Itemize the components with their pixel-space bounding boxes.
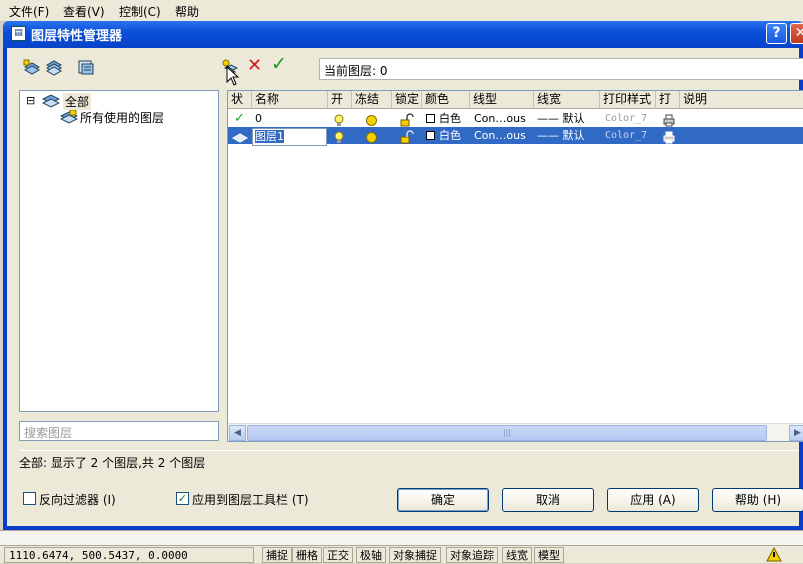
layer-row[interactable]: ✓ 0 白色 Con…ous —— 默认 Color_7 xyxy=(228,110,803,127)
menu-help[interactable]: 帮助 xyxy=(175,3,199,20)
toggle-grid[interactable]: 栅格 xyxy=(292,547,322,563)
app-status-bar: 1110.6474, 500.5437, 0.0000 捕捉 栅格 正交 极轴 … xyxy=(0,545,803,563)
layer-icon xyxy=(232,133,248,143)
app-icon: ▤ xyxy=(11,26,26,41)
grid-header: 状 名称 开 冻结 锁定 颜色 线型 线宽 打印样式 打 说明 xyxy=(228,91,803,109)
scroll-right-button[interactable]: ▶ xyxy=(789,425,803,441)
toggle-osnap[interactable]: 对象捕捉 xyxy=(389,547,441,563)
dialog-body: ✕ ✓ 当前图层: 0 ⊟ 全部 所有使用的图层 搜索图层 状 名称 开 冻结 … xyxy=(7,48,803,526)
layer-name-edit-text: 图层1 xyxy=(255,130,284,143)
tree-item-all[interactable]: 全部 xyxy=(63,93,92,110)
layer-linetype[interactable]: Con…ous xyxy=(474,110,526,127)
coordinate-readout: 1110.6474, 500.5437, 0.0000 xyxy=(4,547,254,563)
layer-grid[interactable]: 状 名称 开 冻结 锁定 颜色 线型 线宽 打印样式 打 说明 ✓ 0 白色 C… xyxy=(227,90,803,442)
current-layer-check-icon: ✓ xyxy=(234,111,245,126)
printer-icon[interactable] xyxy=(662,129,676,146)
layer-plotstyle: Color_7 xyxy=(605,113,648,124)
bulb-on-icon[interactable] xyxy=(334,129,344,146)
col-plot[interactable]: 打 xyxy=(656,91,680,109)
set-current-icon[interactable]: ✓ xyxy=(271,53,287,75)
layer-lineweight[interactable]: —— 默认 xyxy=(537,110,585,127)
col-color[interactable]: 颜色 xyxy=(422,91,470,109)
color-swatch xyxy=(426,131,435,140)
filter-tree[interactable]: ⊟ 全部 所有使用的图层 xyxy=(19,90,219,412)
layer-color[interactable]: 白色 xyxy=(426,110,461,127)
col-linetype[interactable]: 线型 xyxy=(470,91,534,109)
color-name: 白色 xyxy=(439,112,461,125)
new-group-filter-icon[interactable] xyxy=(45,58,63,76)
cancel-button[interactable]: 取消 xyxy=(502,488,594,512)
menu-file[interactable]: 文件(F) xyxy=(9,3,49,20)
layer-states-manager-icon[interactable] xyxy=(77,58,95,76)
invert-filter-label[interactable]: 反向过滤器 (I) xyxy=(39,491,116,508)
layer-name-edit-input[interactable]: 图层1 xyxy=(252,128,327,146)
tree-expander-icon[interactable]: ⊟ xyxy=(26,94,35,107)
col-on[interactable]: 开 xyxy=(328,91,352,109)
menu-view[interactable]: 查看(V) xyxy=(63,3,105,20)
scroll-left-button[interactable]: ◀ xyxy=(229,425,246,441)
layer-lineweight[interactable]: —— 默认 xyxy=(537,127,585,144)
layer-plotstyle: Color_7 xyxy=(605,130,648,141)
scroll-thumb[interactable]: ||| xyxy=(247,425,767,441)
delete-layer-icon[interactable]: ✕ xyxy=(247,55,262,76)
col-freeze[interactable]: 冻结 xyxy=(352,91,392,109)
layer-row-selected[interactable]: 图层1 白色 Con…ous —— 默认 Color_7 xyxy=(228,127,803,146)
layer-color[interactable]: 白色 xyxy=(426,127,461,144)
used-layers-filter-icon xyxy=(60,110,78,124)
layer-linetype[interactable]: Con…ous xyxy=(474,127,526,144)
col-status[interactable]: 状 xyxy=(228,91,252,109)
color-name: 白色 xyxy=(439,129,461,142)
col-description[interactable]: 说明 xyxy=(680,91,803,109)
all-layers-icon xyxy=(42,94,60,108)
toggle-ortho[interactable]: 正交 xyxy=(323,547,353,563)
tree-item-used-layers[interactable]: 所有使用的图层 xyxy=(80,109,164,126)
apply-button[interactable]: 应用 (A) xyxy=(607,488,699,512)
col-lock[interactable]: 锁定 xyxy=(392,91,422,109)
toggle-otrack[interactable]: 对象追踪 xyxy=(446,547,498,563)
dialog-titlebar[interactable]: ▤ 图层特性管理器 ? ✕ xyxy=(3,21,803,48)
tray-settings-icon[interactable] xyxy=(766,547,782,563)
dialog-title: 图层特性管理器 xyxy=(31,29,123,44)
current-layer-label: 当前图层: 0 xyxy=(324,64,388,78)
mouse-cursor-icon xyxy=(226,66,240,86)
current-layer-display: 当前图层: 0 xyxy=(319,58,803,80)
close-button[interactable]: ✕ xyxy=(790,23,803,44)
ok-button[interactable]: 确定 xyxy=(397,488,489,512)
col-name[interactable]: 名称 xyxy=(252,91,328,109)
app-menu-bar: 文件(F) 查看(V) 控制(C) 帮助 xyxy=(0,0,803,22)
color-swatch xyxy=(426,114,435,123)
toggle-polar[interactable]: 极轴 xyxy=(356,547,386,563)
invert-filter-checkbox[interactable] xyxy=(23,492,36,505)
command-strip xyxy=(0,530,803,545)
new-property-filter-icon[interactable] xyxy=(23,58,41,76)
horizontal-scrollbar[interactable]: ◀ ||| ▶ xyxy=(228,423,803,441)
search-input[interactable]: 搜索图层 xyxy=(19,421,219,441)
sun-thaw-icon[interactable] xyxy=(365,129,378,146)
apply-toolbar-checkbox[interactable]: ✓ xyxy=(176,492,189,505)
col-plotstyle[interactable]: 打印样式 xyxy=(600,91,656,109)
toggle-model[interactable]: 模型 xyxy=(534,547,564,563)
layer-properties-dialog: ▤ 图层特性管理器 ? ✕ ✕ ✓ 当前图层: 0 ⊟ 全部 所有使用的图层 搜… xyxy=(3,21,803,530)
unlock-icon[interactable] xyxy=(400,129,414,146)
layer-name[interactable]: 0 xyxy=(255,110,262,127)
status-summary: 全部: 显示了 2 个图层,共 2 个图层 xyxy=(19,450,799,474)
toggle-snap[interactable]: 捕捉 xyxy=(262,547,292,563)
toggle-lineweight[interactable]: 线宽 xyxy=(502,547,532,563)
help-button[interactable]: 帮助 (H) xyxy=(712,488,803,512)
help-title-button[interactable]: ? xyxy=(766,23,787,44)
col-lineweight[interactable]: 线宽 xyxy=(534,91,600,109)
apply-toolbar-label[interactable]: 应用到图层工具栏 (T) xyxy=(192,491,309,508)
menu-control[interactable]: 控制(C) xyxy=(119,3,161,20)
